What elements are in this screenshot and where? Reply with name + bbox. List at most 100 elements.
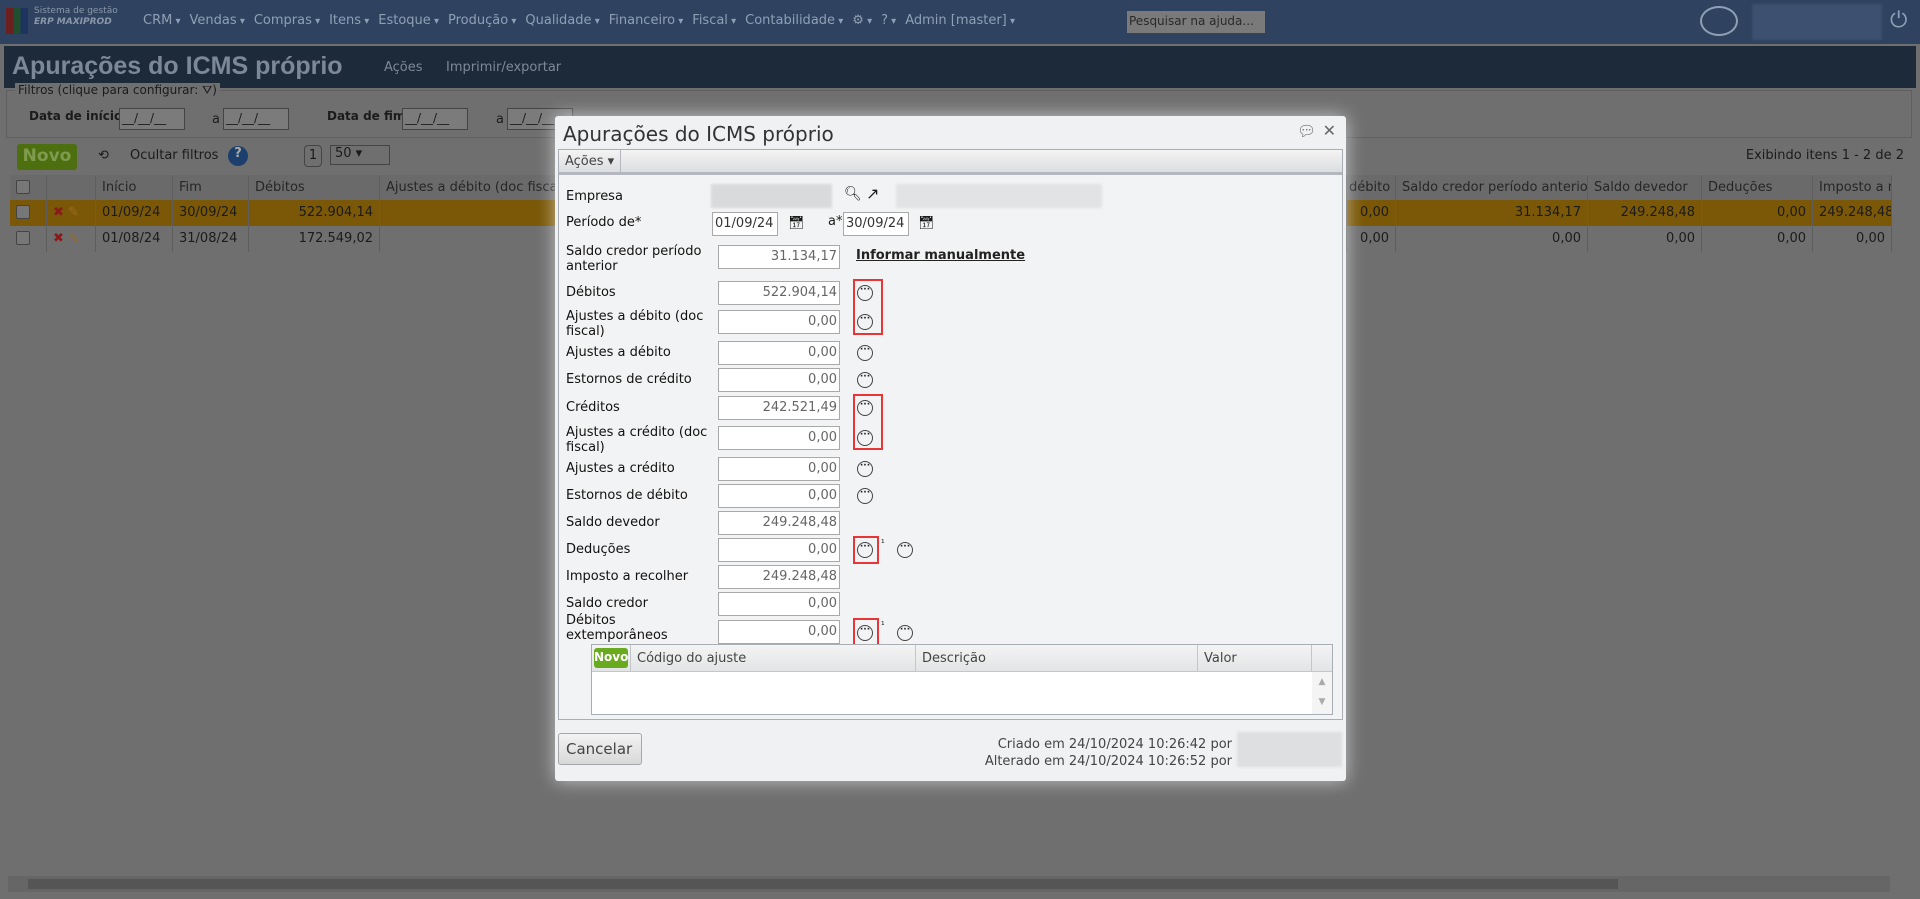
delete-icon[interactable]: ✖ bbox=[53, 231, 64, 246]
filters-legend[interactable]: Filtros (clique para configurar: ⛛) bbox=[15, 83, 220, 98]
horizontal-scrollbar[interactable] bbox=[8, 876, 1890, 892]
menu-financeiro[interactable]: Financeiro bbox=[609, 13, 684, 28]
menu-estoque[interactable]: Estoque bbox=[378, 13, 439, 28]
row-actions[interactable]: ✖ ✎ bbox=[47, 200, 96, 226]
menu-producao[interactable]: Produção bbox=[448, 13, 516, 28]
chat-icon[interactable] bbox=[1700, 6, 1738, 36]
cell[interactable]: 0,00 bbox=[1347, 226, 1396, 252]
cell[interactable]: 249.248,48 bbox=[1813, 200, 1892, 226]
ajustes-credito-input[interactable]: 0,00 bbox=[718, 457, 840, 481]
hide-filters-button[interactable]: Ocultar filtros bbox=[130, 148, 218, 163]
refresh-icon[interactable]: ⟲ bbox=[98, 148, 109, 163]
details-icon[interactable]: ··· bbox=[857, 488, 873, 504]
header-descricao[interactable]: Descrição bbox=[916, 645, 1198, 672]
menu-vendas[interactable]: Vendas bbox=[190, 13, 245, 28]
header-fim[interactable]: Fim bbox=[173, 175, 249, 201]
header-saldo-devedor[interactable]: Saldo devedor bbox=[1588, 175, 1702, 201]
row-checkbox[interactable] bbox=[10, 200, 47, 226]
creditos-input[interactable]: 242.521,49 bbox=[718, 396, 840, 420]
menu-compras[interactable]: Compras bbox=[254, 13, 320, 28]
help-search-input[interactable]: Pesquisar na ajuda... bbox=[1127, 11, 1265, 33]
period-end-input[interactable]: 30/09/24 bbox=[843, 212, 909, 236]
ajustes-credito-doc-input[interactable]: 0,00 bbox=[718, 426, 840, 450]
close-icon[interactable]: ✕ bbox=[1323, 121, 1336, 140]
deducoes-input[interactable]: 0,00 bbox=[718, 538, 840, 562]
dialog-actions-menu[interactable]: Ações ▾ bbox=[559, 150, 622, 174]
details-icon[interactable]: ··· bbox=[897, 625, 913, 641]
cell[interactable]: 0,00 bbox=[1702, 200, 1813, 226]
debitos-input[interactable]: 522.904,14 bbox=[718, 281, 840, 305]
gear-icon[interactable]: ⚙ bbox=[852, 13, 872, 28]
header-saldo-credor-anterior[interactable]: Saldo credor período anterior bbox=[1396, 175, 1588, 201]
help-icon[interactable]: ? bbox=[881, 13, 896, 28]
edit-icon[interactable]: ✎ bbox=[68, 205, 79, 220]
details-icon[interactable]: ··· bbox=[857, 461, 873, 477]
cell[interactable]: 522.904,14 bbox=[249, 200, 380, 226]
saldo-devedor-input[interactable]: 249.248,48 bbox=[718, 511, 840, 535]
delete-icon[interactable]: ✖ bbox=[53, 205, 64, 220]
vertical-scrollbar[interactable]: ▲ ▼ bbox=[1312, 672, 1332, 714]
cell[interactable]: 30/09/24 bbox=[173, 200, 249, 226]
calendar-icon[interactable]: 📅︎ bbox=[918, 216, 935, 231]
new-adjustment-button[interactable]: Novo bbox=[594, 648, 628, 668]
menu-contabilidade[interactable]: Contabilidade bbox=[745, 13, 843, 28]
search-icon[interactable]: 🔍︎ bbox=[844, 186, 862, 202]
cancel-button[interactable]: Cancelar bbox=[558, 733, 642, 765]
header-valor[interactable]: Valor bbox=[1198, 645, 1312, 672]
period-start-input[interactable]: 01/09/24 bbox=[712, 212, 778, 236]
ajustes-debito-doc-input[interactable]: 0,00 bbox=[718, 310, 840, 334]
cell[interactable]: 249.248,48 bbox=[1588, 200, 1702, 226]
new-button[interactable]: Novo bbox=[17, 144, 77, 170]
user-menu[interactable]: Admin [master] bbox=[905, 13, 1015, 28]
row-actions[interactable]: ✖ ✎ bbox=[47, 226, 96, 252]
details-icon[interactable]: ··· bbox=[857, 372, 873, 388]
header-debito[interactable]: débito bbox=[1347, 175, 1396, 201]
print-export-menu[interactable]: Imprimir/exportar bbox=[446, 60, 561, 75]
page-size-select[interactable]: 50 ▾ bbox=[330, 145, 390, 165]
cell[interactable]: 0,00 bbox=[1588, 226, 1702, 252]
imposto-recolher-input[interactable]: 249.248,48 bbox=[718, 565, 840, 589]
estornos-credito-input[interactable]: 0,00 bbox=[718, 368, 840, 392]
comment-icon[interactable]: 💬︎ bbox=[1297, 122, 1316, 140]
end-date-from[interactable]: __/__/__ bbox=[402, 108, 468, 130]
header-imposto[interactable]: Imposto a r bbox=[1813, 175, 1892, 201]
informar-manualmente-link[interactable]: Informar manualmente bbox=[856, 248, 1025, 263]
field-label: Estornos de crédito bbox=[566, 372, 692, 387]
menu-fiscal[interactable]: Fiscal bbox=[692, 13, 736, 28]
cell[interactable]: 0,00 bbox=[1347, 200, 1396, 226]
cell[interactable]: 172.549,02 bbox=[249, 226, 380, 252]
header-codigo-ajuste[interactable]: Código do ajuste bbox=[631, 645, 916, 672]
edit-icon[interactable]: ✎ bbox=[68, 231, 79, 246]
page-number-input[interactable]: 1 bbox=[304, 145, 322, 167]
empresa-name bbox=[896, 184, 1102, 208]
header-debitos[interactable]: Débitos bbox=[249, 175, 380, 201]
menu-qualidade[interactable]: Qualidade bbox=[525, 13, 599, 28]
debitos-extemporaneos-input[interactable]: 0,00 bbox=[718, 620, 840, 644]
estornos-debito-input[interactable]: 0,00 bbox=[718, 484, 840, 508]
cell[interactable]: 0,00 bbox=[1702, 226, 1813, 252]
menu-itens[interactable]: Itens bbox=[329, 13, 369, 28]
cell[interactable]: 01/08/24 bbox=[96, 226, 173, 252]
external-link-icon[interactable]: ↗ bbox=[866, 184, 879, 203]
ajustes-debito-input[interactable]: 0,00 bbox=[718, 341, 840, 365]
power-icon[interactable]: ⏻ bbox=[1890, 8, 1907, 33]
header-inicio[interactable]: Início bbox=[96, 175, 173, 201]
row-checkbox[interactable] bbox=[10, 226, 47, 252]
cell[interactable]: 31.134,17 bbox=[1396, 200, 1588, 226]
saldo-credor-anterior-input[interactable]: 31.134,17 bbox=[718, 245, 840, 269]
start-date-to[interactable]: __/__/__ bbox=[223, 108, 289, 130]
cell[interactable]: 0,00 bbox=[1813, 226, 1892, 252]
details-icon[interactable]: ··· bbox=[897, 542, 913, 558]
cell[interactable]: 01/09/24 bbox=[96, 200, 173, 226]
empresa-field[interactable] bbox=[711, 184, 832, 208]
menu-crm[interactable]: CRM bbox=[143, 13, 181, 28]
actions-menu[interactable]: Ações bbox=[384, 60, 423, 75]
header-deducoes[interactable]: Deduções bbox=[1702, 175, 1813, 201]
details-icon[interactable]: ··· bbox=[857, 345, 873, 361]
help-icon[interactable]: ? bbox=[228, 146, 248, 166]
start-date-from[interactable]: __/__/__ bbox=[119, 108, 185, 130]
select-all-checkbox[interactable] bbox=[10, 175, 47, 201]
calendar-icon[interactable]: 📅︎ bbox=[788, 216, 805, 231]
cell[interactable]: 0,00 bbox=[1396, 226, 1588, 252]
cell[interactable]: 31/08/24 bbox=[173, 226, 249, 252]
